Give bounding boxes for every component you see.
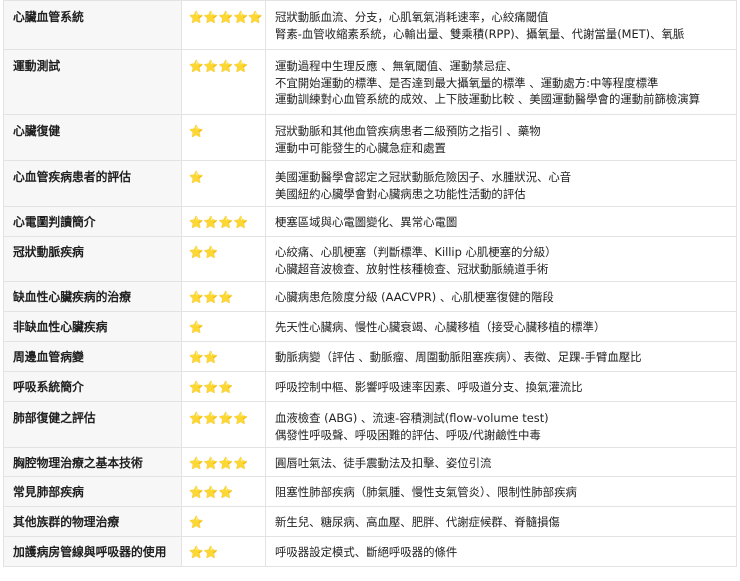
content-line: 圓唇吐氣法、徒手震動法及扣擊、姿位引流 <box>275 456 492 470</box>
star-rating-icon: ⭐⭐⭐⭐ <box>181 401 266 448</box>
content-line: 梗塞區域與心電圖變化、異常心電圖 <box>275 215 458 229</box>
table-row: 心電圖判讀簡介 ⭐⭐⭐⭐ 梗塞區域與心電圖變化、異常心電圖 <box>3 206 737 237</box>
content-cell: 阻塞性肺部疾病（肺氣腫、慢性支氣管炎）、限制性肺部疾病 <box>265 476 737 507</box>
content-cell: 先天性心臟病、慢性心臟衰竭、心臟移植（接受心臟移植的標準） <box>265 311 737 342</box>
table-body: 心臟血管系統 ⭐⭐⭐⭐⭐ 冠狀動脈血流、分支，心肌氧氣消耗速率，心絞痛閾值 腎素-血管… <box>3 0 737 567</box>
table-row: 心臟復健 ⭐ 冠狀動脈和其他血管疾病患者二級預防之指引 、藥物 運動中可能發生的心臟急… <box>3 114 737 161</box>
content-line: 運動過程中生理反應 、無氧閾值、運動禁忌症、 <box>275 59 518 73</box>
content-cell: 心絞痛、心肌梗塞（判斷標準、Killip 心肌梗塞的分級） 心臟超音波檢查、放射性… <box>265 236 737 282</box>
topic-cell: 心電圖判讀簡介 <box>3 206 182 237</box>
topic-cell: 運動測試 <box>3 49 182 115</box>
table-row: 周邊血管病變 ⭐⭐ 動脈病變（評估 、動脈瘤、周圍動脈阻塞疾病）、表徵、足踝-手臂血… <box>3 341 737 372</box>
content-cell: 運動過程中生理反應 、無氧閾值、運動禁忌症、不宜開始運動的標準、是否達到最大攝氧… <box>265 49 737 115</box>
star-rating-icon: ⭐⭐⭐⭐⭐ <box>181 0 266 50</box>
star-rating-icon: ⭐ <box>181 114 266 161</box>
topic-cell: 非缺血性心臟疾病 <box>3 311 182 342</box>
table-row: 常見肺部疾病 ⭐⭐⭐ 阻塞性肺部疾病（肺氣腫、慢性支氣管炎）、限制性肺部疾病 <box>3 476 737 507</box>
content-line: 冠狀動脈和其他血管疾病患者二級預防之指引 、藥物 <box>275 124 541 138</box>
table-row: 缺血性心臟疾病的治療 ⭐⭐⭐ 心臟病患危險度分級 (AACVPR) 、心肌梗塞復健的… <box>3 281 737 312</box>
star-rating-icon: ⭐⭐⭐ <box>181 371 266 402</box>
content-line: 運動中可能發生的心臟急症和處置 <box>275 140 446 155</box>
content-line: 不宜開始運動的標準、是否達到最大攝氧量的標準 、運動處方:中等程度標準 <box>275 75 659 90</box>
content-line: 心臟病患危險度分級 (AACVPR) 、心肌梗塞復健的階段 <box>275 290 554 304</box>
topic-cell: 冠狀動脈疾病 <box>3 236 182 282</box>
content-line: 心絞痛、心肌梗塞（判斷標準、Killip 心肌梗塞的分級） <box>275 245 557 259</box>
content-line: 腎素-血管收縮素系統，心輸出量、雙乘積(RPP)、攝氧量、代謝當量(MET)、氧… <box>275 26 685 41</box>
content-line: 先天性心臟病、慢性心臟衰竭、心臟移植（接受心臟移植的標準） <box>275 320 606 334</box>
topic-cell: 心臟血管系統 <box>3 0 182 50</box>
star-rating-icon: ⭐⭐⭐⭐ <box>181 49 266 115</box>
content-cell: 美國運動醫學會認定之冠狀動脈危險因子、水腫狀況、心音 美國紐約心臟學會對心臟病患之… <box>265 160 737 207</box>
star-rating-icon: ⭐ <box>181 506 266 537</box>
content-line: 心臟超音波檢查、放射性核種檢查、冠狀動脈繞道手術 <box>275 261 549 276</box>
topic-cell: 心血管疾病患者的評估 <box>3 160 182 207</box>
star-rating-icon: ⭐⭐⭐⭐ <box>181 206 266 237</box>
content-cell: 梗塞區域與心電圖變化、異常心電圖 <box>265 206 737 237</box>
topic-cell: 呼吸系統簡介 <box>3 371 182 402</box>
table-row: 心血管疾病患者的評估 ⭐ 美國運動醫學會認定之冠狀動脈危險因子、水腫狀況、心音 美國紐… <box>3 160 737 207</box>
content-cell: 心臟病患危險度分級 (AACVPR) 、心肌梗塞復健的階段 <box>265 281 737 312</box>
content-line: 呼吸控制中樞、影響呼吸速率因素、呼吸道分支、換氣灌流比 <box>275 380 583 394</box>
content-cell: 圓唇吐氣法、徒手震動法及扣擊、姿位引流 <box>265 447 737 477</box>
star-rating-icon: ⭐⭐ <box>181 236 266 282</box>
content-line: 偶發性呼吸聲、呼吸困難的評估、呼吸/代謝鹼性中毒 <box>275 427 541 442</box>
table-row: 肺部復健之評估 ⭐⭐⭐⭐ 血液檢查 (ABG) 、流速-容積測試(flow-volu… <box>3 401 737 448</box>
table-row: 其他族群的物理治療 ⭐ 新生兒、糖尿病、高血壓、肥胖、代謝症候群、脊髓損傷 <box>3 506 737 537</box>
content-line: 冠狀動脈血流、分支，心肌氧氣消耗速率，心絞痛閾值 <box>275 10 549 24</box>
table-row: 呼吸系統簡介 ⭐⭐⭐ 呼吸控制中樞、影響呼吸速率因素、呼吸道分支、換氣灌流比 <box>3 371 737 402</box>
topic-cell: 常見肺部疾病 <box>3 476 182 507</box>
content-line: 美國紐約心臟學會對心臟病患之功能性活動的評估 <box>275 186 526 201</box>
topic-cell: 肺部復健之評估 <box>3 401 182 448</box>
star-rating-icon: ⭐ <box>181 311 266 342</box>
content-line: 阻塞性肺部疾病（肺氣腫、慢性支氣管炎）、限制性肺部疾病 <box>275 485 577 499</box>
syllabus-table: 心臟血管系統 ⭐⭐⭐⭐⭐ 冠狀動脈血流、分支，心肌氧氣消耗速率，心絞痛閾值 腎素-血管… <box>3 0 737 567</box>
star-rating-icon: ⭐⭐ <box>181 341 266 372</box>
topic-cell: 其他族群的物理治療 <box>3 506 182 537</box>
table-row: 運動測試 ⭐⭐⭐⭐ 運動過程中生理反應 、無氧閾值、運動禁忌症、 不宜開始運動的標準、… <box>3 49 737 115</box>
topic-cell: 胸腔物理治療之基本技術 <box>3 447 182 477</box>
star-rating-icon: ⭐ <box>181 160 266 207</box>
content-line: 運動訓練對心血管系統的成效、上下肢運動比較 、美國運動醫學會的運動前篩檢演算 <box>275 92 701 106</box>
star-rating-icon: ⭐⭐ <box>181 536 266 567</box>
content-line: 血液檢查 (ABG) 、流速-容積測試(flow-volume test) <box>275 411 549 425</box>
star-rating-icon: ⭐⭐⭐ <box>181 281 266 312</box>
star-rating-icon: ⭐⭐⭐⭐ <box>181 447 266 477</box>
content-cell: 呼吸器設定模式、斷絕呼吸器的條件 <box>265 536 737 567</box>
content-cell: 冠狀動脈和其他血管疾病患者二級預防之指引 、藥物 運動中可能發生的心臟急症和處置 <box>265 114 737 161</box>
content-cell: 新生兒、糖尿病、高血壓、肥胖、代謝症候群、脊髓損傷 <box>265 506 737 537</box>
topic-cell: 心臟復健 <box>3 114 182 161</box>
table-row: 心臟血管系統 ⭐⭐⭐⭐⭐ 冠狀動脈血流、分支，心肌氧氣消耗速率，心絞痛閾值 腎素-血管… <box>3 0 737 50</box>
content-line: 動脈病變（評估 、動脈瘤、周圍動脈阻塞疾病）、表徵、足踝-手臂血壓比 <box>275 350 642 364</box>
content-cell: 冠狀動脈血流、分支，心肌氧氣消耗速率，心絞痛閾值腎素-血管收縮素系統，心輸出量、… <box>265 0 737 50</box>
topic-cell: 加護病房管線與呼吸器的使用 <box>3 536 182 567</box>
table-row: 胸腔物理治療之基本技術 ⭐⭐⭐⭐ 圓唇吐氣法、徒手震動法及扣擊、姿位引流 <box>3 447 737 477</box>
table-row: 冠狀動脈疾病 ⭐⭐ 心絞痛、心肌梗塞（判斷標準、Killip 心肌梗塞的分級） 心臟超… <box>3 236 737 282</box>
star-rating-icon: ⭐⭐⭐ <box>181 476 266 507</box>
content-cell: 血液檢查 (ABG) 、流速-容積測試(flow-volume test) 偶發性… <box>265 401 737 448</box>
content-line: 美國運動醫學會認定之冠狀動脈危險因子、水腫狀況、心音 <box>275 170 572 184</box>
topic-cell: 周邊血管病變 <box>3 341 182 372</box>
content-line: 呼吸器設定模式、斷絕呼吸器的條件 <box>275 545 458 559</box>
content-cell: 呼吸控制中樞、影響呼吸速率因素、呼吸道分支、換氣灌流比 <box>265 371 737 402</box>
topic-cell: 缺血性心臟疾病的治療 <box>3 281 182 312</box>
table-row: 非缺血性心臟疾病 ⭐ 先天性心臟病、慢性心臟衰竭、心臟移植（接受心臟移植的標準） <box>3 311 737 342</box>
content-line: 新生兒、糖尿病、高血壓、肥胖、代謝症候群、脊髓損傷 <box>275 515 560 529</box>
content-cell: 動脈病變（評估 、動脈瘤、周圍動脈阻塞疾病）、表徵、足踝-手臂血壓比 <box>265 341 737 372</box>
table-row: 加護病房管線與呼吸器的使用 ⭐⭐ 呼吸器設定模式、斷絕呼吸器的條件 <box>3 536 737 567</box>
